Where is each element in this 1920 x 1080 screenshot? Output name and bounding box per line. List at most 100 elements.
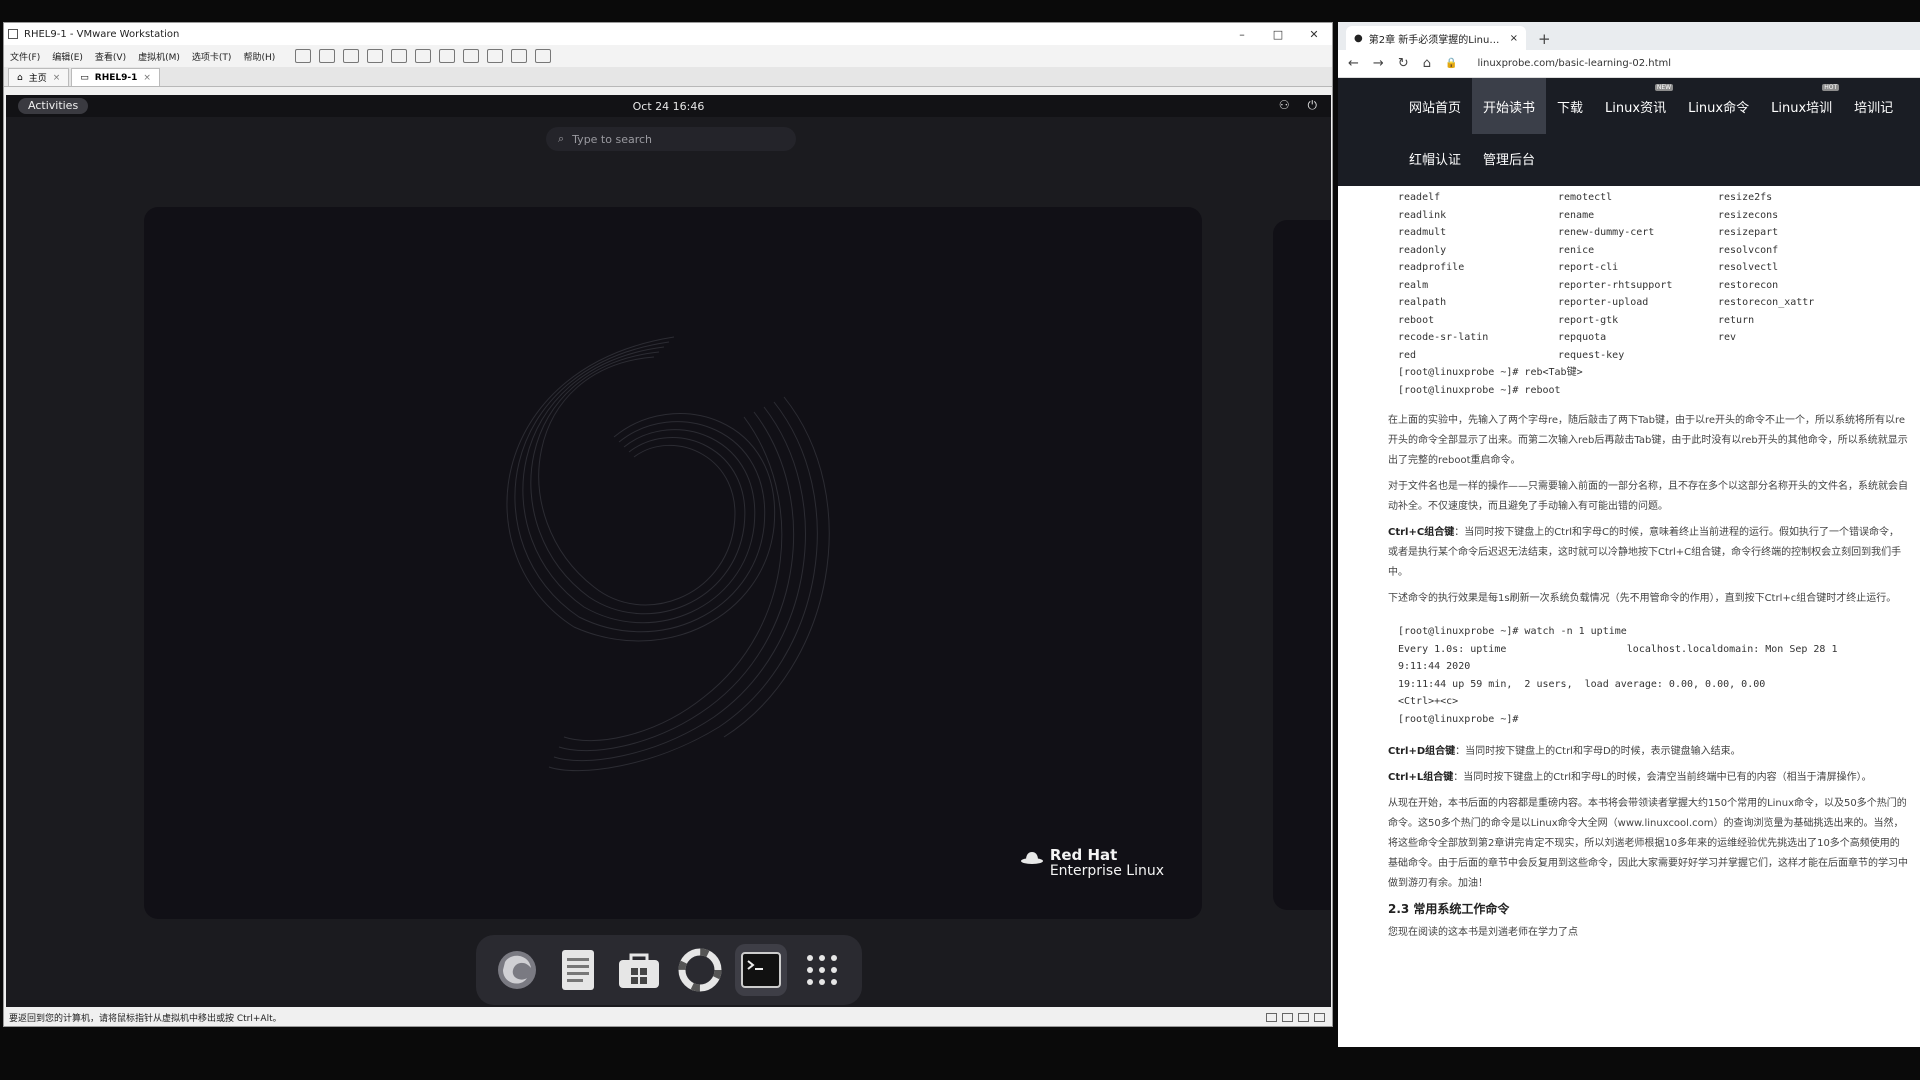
back-icon[interactable]: ←: [1348, 56, 1359, 71]
vmware-window-title: RHEL9-1 - VMware Workstation: [24, 28, 180, 40]
site-navigation: 网站首页 开始读书 下载 Linux资讯 NEW Linux命令 Linux培训 H…: [1338, 78, 1920, 186]
command-name: red: [1398, 349, 1417, 361]
console-icon[interactable]: [511, 49, 528, 63]
command-name: repquota: [1558, 332, 1607, 343]
command-name: recode-sr-latin: [1398, 332, 1489, 343]
command-name: [1718, 347, 1878, 365]
address-bar[interactable]: linuxprobe.com/basic-learning-02.html: [1477, 58, 1671, 69]
unity-icon[interactable]: [487, 49, 504, 63]
stretch-icon[interactable]: [535, 49, 552, 63]
text-editor-icon[interactable]: [552, 944, 604, 996]
menu-edit[interactable]: 编辑(E): [52, 50, 83, 63]
status-text: 要返回到您的计算机，请将鼠标指针从虚拟机中移出或按 Ctrl+Alt。: [9, 1013, 282, 1024]
revert-snapshot-icon[interactable]: [367, 49, 384, 63]
nav-redhat-cert[interactable]: 红帽认证: [1398, 138, 1472, 178]
menu-tabs[interactable]: 选项卡(T): [192, 50, 232, 63]
snapshot-manager-icon[interactable]: [391, 49, 408, 63]
desktop: RHEL9-1 - VMware Workstation – □ ✕ 文件(F)…: [0, 0, 1920, 1080]
hdd-icon[interactable]: [1266, 1012, 1277, 1022]
close-tab-icon[interactable]: ×: [1510, 33, 1518, 44]
help-icon[interactable]: [674, 944, 726, 996]
command-name: readmult: [1398, 227, 1447, 238]
command-name: report-gtk: [1558, 314, 1619, 326]
home-icon[interactable]: ⌂: [1423, 56, 1431, 71]
ctrlc-text: ：当同时按下键盘上的Ctrl和字母C的时候，意味着终止当前进程的运行。假如执行了…: [1388, 527, 1902, 578]
search-icon: ⌕: [558, 132, 565, 145]
dash-dock: [476, 935, 862, 1005]
command-name: renice: [1558, 244, 1595, 256]
close-tab-icon[interactable]: ×: [143, 73, 151, 83]
terminal-icon[interactable]: [734, 944, 787, 996]
close-tab-icon[interactable]: ×: [53, 73, 61, 83]
nav-training-notes[interactable]: 培训记: [1843, 78, 1904, 134]
nav-start-reading[interactable]: 开始读书: [1472, 78, 1547, 134]
command-name: readprofile: [1398, 262, 1465, 273]
command-list: readelf remotectl resize2fs readlink rename r…: [1398, 189, 1920, 364]
network-adapter-icon[interactable]: [1298, 1012, 1309, 1022]
workspace-thumbnail[interactable]: Red Hat Enterprise Linux: [144, 207, 1202, 919]
nav-admin[interactable]: 管理后台: [1472, 138, 1546, 178]
nav-label: 培训记: [1854, 100, 1894, 116]
command-name: resolvectl: [1718, 262, 1779, 273]
thumbnail-icon[interactable]: [439, 49, 456, 63]
software-icon[interactable]: [613, 944, 665, 996]
power-icon[interactable]: ⏻: [1308, 98, 1318, 113]
paragraph: 从现在开始，本书后面的内容都是重磅内容。本书将会带领读者掌握大约150个常用的L…: [1388, 798, 1908, 889]
new-badge: NEW: [1654, 84, 1674, 91]
search-input[interactable]: ⌕ Type to search: [546, 127, 796, 151]
library-icon[interactable]: [415, 49, 432, 63]
tab-home[interactable]: ⌂ 主页 ×: [8, 68, 70, 86]
menu-file[interactable]: 文件(F): [10, 50, 40, 63]
firefox-icon[interactable]: [491, 944, 543, 996]
menu-help[interactable]: 帮助(H): [243, 50, 275, 63]
new-tab-button[interactable]: +: [1538, 28, 1551, 50]
ctrll-text: ：当同时按下键盘上的Ctrl和字母L的时候，会清空当前终端中已有的内容（相当于清…: [1453, 772, 1872, 783]
activities-button[interactable]: Activities: [18, 98, 89, 114]
forward-icon[interactable]: →: [1373, 56, 1384, 71]
logo-line1: Red Hat: [1049, 846, 1118, 864]
tab-rhel9-1-label: RHEL9-1: [94, 72, 138, 83]
minimize-button[interactable]: –: [1224, 28, 1260, 41]
nav-label: 管理后台: [1483, 152, 1536, 168]
nav-label: Linux培训: [1771, 100, 1833, 116]
command-name: rename: [1558, 209, 1595, 221]
nav-download[interactable]: 下载: [1546, 78, 1594, 134]
maximize-button[interactable]: □: [1260, 28, 1296, 41]
clock[interactable]: Oct 24 16:46: [633, 100, 705, 113]
send-ctrl-alt-del-icon[interactable]: [319, 49, 336, 63]
nav-home[interactable]: 网站首页: [1398, 78, 1472, 134]
browser-window: ● 第2章 新手必须掌握的Linux命 × + ← → ↻ ⌂ 🔒 linuxp…: [1338, 22, 1920, 1047]
command-name: remotectl: [1558, 192, 1613, 203]
cdrom-icon[interactable]: [1282, 1012, 1293, 1022]
code-line: [root@linuxprobe ~]#: [1398, 713, 1519, 725]
app-grid-icon[interactable]: [796, 944, 848, 996]
menu-view[interactable]: 查看(V): [95, 50, 126, 63]
code-line: [root@linuxprobe ~]# watch -n 1 uptime: [1398, 626, 1627, 637]
command-name: resize2fs: [1718, 192, 1773, 203]
code-block: [root@linuxprobe ~]# watch -n 1 uptime E…: [1398, 623, 1920, 728]
snapshot-icon[interactable]: [343, 49, 360, 63]
vmware-toolbar: [295, 49, 559, 63]
network-icon[interactable]: ⚇: [1279, 98, 1290, 113]
menu-vm[interactable]: 虚拟机(M): [138, 50, 180, 63]
tab-home-label: 主页: [28, 74, 47, 84]
article-content: readelf remotectl resize2fs readlink rename r…: [1338, 187, 1920, 1047]
code-line: 19:11:44 up 59 min, 2 users, load averag…: [1398, 678, 1766, 690]
nav-linux-training[interactable]: Linux培训 HOT: [1760, 78, 1843, 134]
nav-linux-news[interactable]: Linux资讯 NEW: [1594, 78, 1677, 134]
pause-icon[interactable]: [295, 49, 312, 63]
vmware-menubar: 文件(F) 编辑(E) 查看(V) 虚拟机(M) 选项卡(T) 帮助(H): [4, 45, 1332, 67]
fullscreen-icon[interactable]: [463, 49, 480, 63]
tab-rhel9-1[interactable]: ▭ RHEL9-1 ×: [71, 68, 160, 86]
reload-icon[interactable]: ↻: [1398, 56, 1409, 71]
next-workspace-thumbnail[interactable]: [1273, 220, 1331, 910]
close-button[interactable]: ✕: [1296, 28, 1332, 41]
command-name: return: [1718, 314, 1755, 326]
guest-screen[interactable]: Activities Oct 24 16:46 ⚇ ⏻ ⌕ Type to se…: [6, 95, 1331, 1007]
logo-line2: Enterprise Linux: [1049, 863, 1164, 879]
nav-linux-commands[interactable]: Linux命令: [1677, 78, 1760, 134]
message-icon[interactable]: [1314, 1012, 1325, 1022]
red-hat-logo: Red Hat Enterprise Linux: [1020, 847, 1164, 879]
rhel-swirl-wallpaper: [506, 336, 830, 772]
browser-tab[interactable]: ● 第2章 新手必须掌握的Linux命 ×: [1346, 26, 1526, 50]
